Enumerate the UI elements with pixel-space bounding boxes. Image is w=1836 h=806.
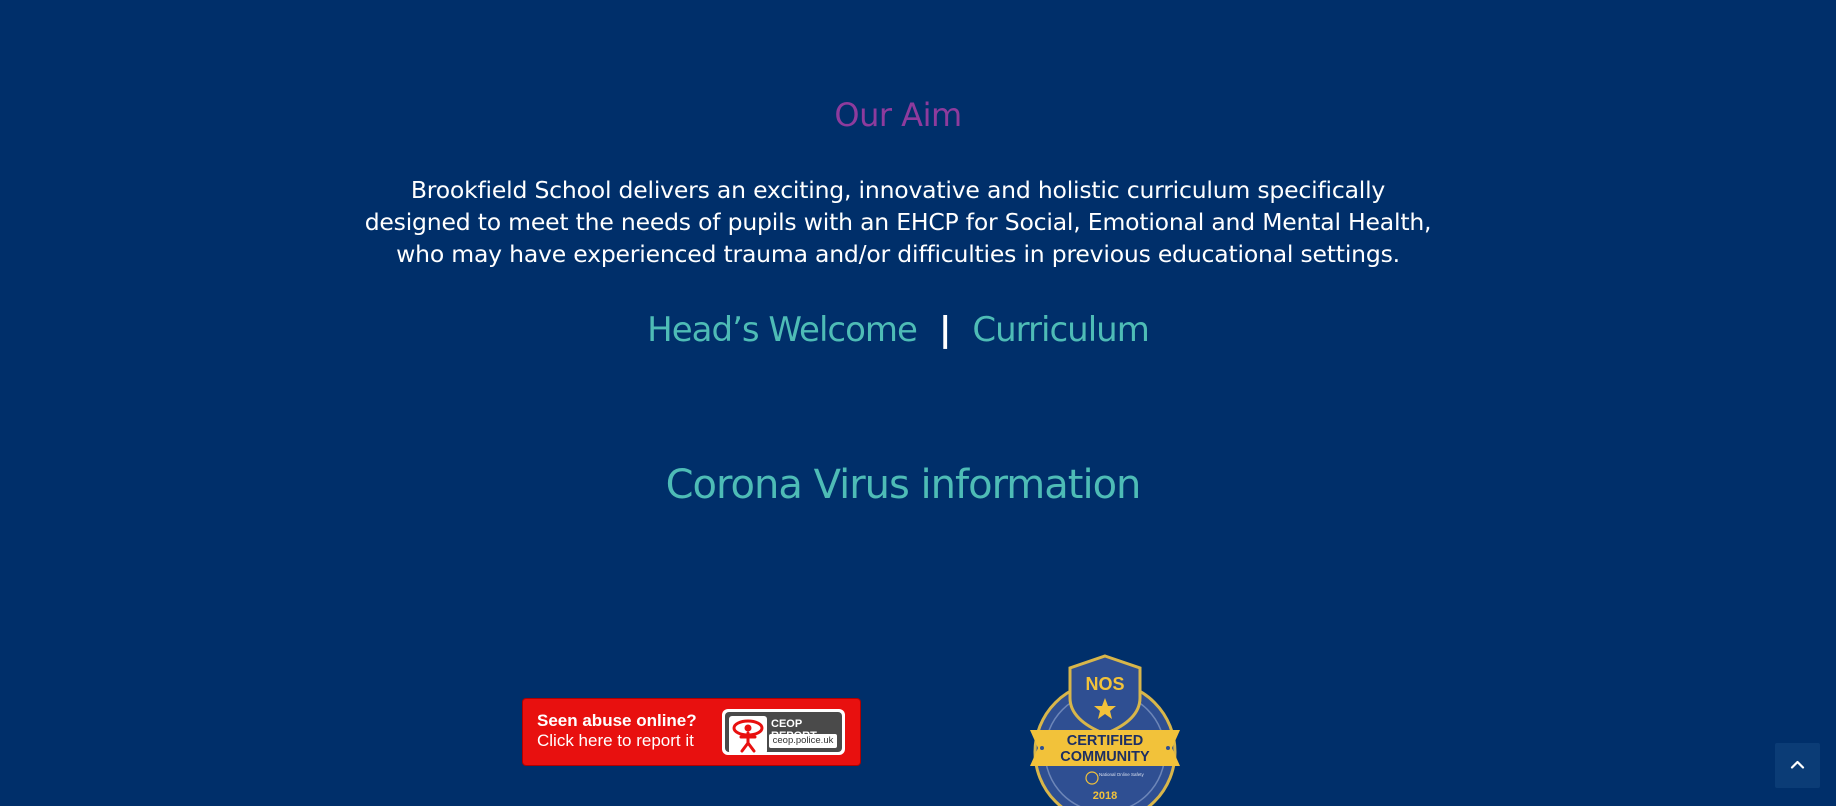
corona-virus-link[interactable]: Corona Virus information — [0, 462, 1806, 508]
aim-description: Brookfield School delivers an exciting, … — [364, 176, 1432, 268]
nos-top-text: NOS — [1085, 674, 1124, 694]
page: Our Aim Brookfield School delivers an ex… — [0, 0, 1836, 806]
back-to-top-button[interactable] — [1775, 743, 1820, 788]
ceop-line1: Seen abuse online? — [537, 711, 697, 730]
nos-ribbon-line2: COMMUNITY — [1060, 749, 1150, 765]
nos-ribbon-line1: CERTIFIED — [1067, 733, 1144, 749]
nos-badge-icon: NOS CERTIFIED COMMUNITY National Online … — [1030, 654, 1180, 806]
quick-links: Head’s Welcome | Curriculum — [0, 310, 1796, 350]
curriculum-link[interactable]: Curriculum — [972, 310, 1149, 350]
nos-year: 2018 — [1093, 790, 1117, 802]
aim-title: Our Aim — [834, 96, 962, 134]
nos-small-text: National Online Safety — [1099, 772, 1145, 777]
ceop-report-banner[interactable]: Seen abuse online? Click here to report … — [523, 699, 860, 765]
ceop-badge: CEOP REPORT ceop.police.uk — [722, 709, 845, 755]
ceop-url: ceop.police.uk — [769, 734, 837, 748]
nos-certified-badge[interactable]: NOS CERTIFIED COMMUNITY National Online … — [1028, 654, 1183, 806]
ceop-logo-icon — [729, 716, 767, 754]
heads-welcome-link[interactable]: Head’s Welcome — [647, 310, 918, 350]
ceop-banner-text: Seen abuse online? Click here to report … — [537, 711, 697, 751]
link-separator: | — [938, 310, 951, 350]
ceop-line2: Click here to report it — [537, 731, 694, 750]
chevron-up-icon — [1790, 760, 1805, 769]
